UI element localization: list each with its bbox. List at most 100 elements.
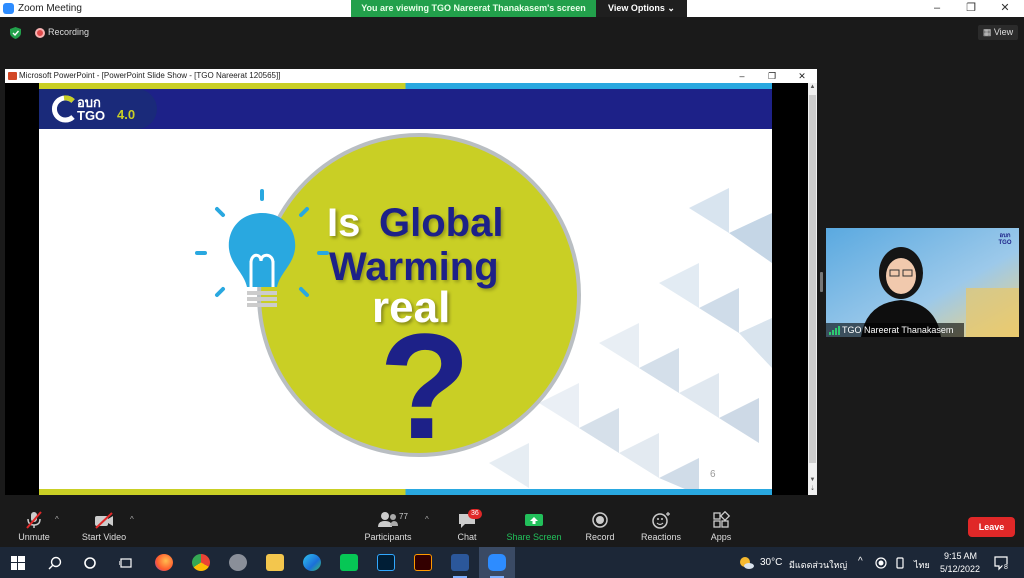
reactions-icon — [652, 512, 670, 529]
start-button[interactable] — [0, 547, 36, 578]
search-icon — [48, 556, 62, 570]
share-screen-label: Share Screen — [506, 532, 562, 542]
meeting-toolbar: Unmute ^ Start Video ^ Participants 77 ^… — [0, 505, 1024, 547]
video-options-chevron-icon[interactable]: ^ — [130, 515, 134, 524]
taskbar-cortana[interactable] — [72, 547, 108, 578]
view-options-label: View Options — [608, 3, 665, 13]
question-mark: ? — [379, 302, 471, 470]
maximize-button[interactable]: ❐ — [954, 0, 988, 17]
audio-options-chevron-icon[interactable]: ^ — [55, 515, 59, 524]
word-icon — [451, 554, 469, 571]
participant-video[interactable]: อบก TGO — [826, 228, 1019, 337]
ppt-window-title: Microsoft PowerPoint - [PowerPoint Slide… — [19, 71, 281, 80]
taskbar-file-explorer[interactable] — [257, 547, 293, 578]
split-divider-handle[interactable] — [820, 272, 823, 292]
device-tray-icon[interactable] — [894, 557, 906, 569]
scroll-up-icon[interactable]: ▲ — [808, 83, 817, 92]
unmute-label: Unmute — [18, 532, 50, 542]
powerpoint-icon — [8, 72, 17, 80]
line-app-icon — [340, 554, 358, 571]
shared-powerpoint-window: Microsoft PowerPoint - [PowerPoint Slide… — [5, 69, 817, 495]
slide-page-number: 6 — [710, 469, 716, 480]
slide: อบก TGO 4.0 Is Global Warming real ? 6 — [39, 83, 772, 495]
participant-name-label: TGO Nareerat Thanakasem — [826, 323, 964, 337]
headline-is: Is — [327, 201, 361, 245]
view-button[interactable]: ▦ View — [978, 25, 1018, 40]
start-video-button[interactable]: Start Video — [78, 505, 130, 547]
clock-date[interactable]: 5/12/2022 — [940, 564, 980, 574]
signal-strength-icon — [829, 326, 840, 335]
apps-button[interactable]: Apps — [704, 505, 738, 547]
taskbar-word[interactable] — [442, 547, 478, 578]
leave-button[interactable]: Leave — [968, 517, 1015, 537]
close-button[interactable]: ✕ — [988, 0, 1022, 17]
clock-time[interactable]: 9:15 AM — [944, 551, 977, 561]
scroll-page-down-icon[interactable]: ⇣ — [808, 485, 817, 494]
weather-description[interactable]: มีแดดส่วนใหญ่ — [789, 558, 847, 572]
scroll-down-icon[interactable]: ▼ — [808, 476, 817, 485]
firefox-icon — [155, 554, 173, 571]
grid-icon: ▦ — [982, 27, 994, 37]
illustrator-icon — [414, 554, 432, 571]
ppt-minimize-button[interactable]: – — [727, 69, 757, 83]
unmute-button[interactable]: Unmute — [12, 505, 56, 547]
taskbar-search[interactable] — [37, 547, 73, 578]
apps-label: Apps — [710, 532, 732, 542]
ppt-maximize-button[interactable]: ❐ — [757, 69, 787, 83]
windows-taskbar: 30°C มีแดดส่วนใหญ่ ^ ไทย 9:15 AM 5/12/20… — [0, 547, 1024, 578]
participants-count: 77 — [399, 512, 408, 521]
zoom-icon — [488, 554, 506, 571]
taskbar-zoom[interactable] — [479, 547, 515, 578]
taskbar-task-view[interactable] — [108, 547, 144, 578]
chat-unread-badge: 36 — [468, 509, 482, 519]
microphone-muted-icon — [26, 511, 42, 529]
taskbar-chrome[interactable] — [183, 547, 219, 578]
viewing-screen-banner: You are viewing TGO Nareerat Thanakasem'… — [351, 0, 596, 17]
app-icon — [229, 554, 247, 571]
reactions-button[interactable]: Reactions — [638, 505, 684, 547]
photoshop-icon — [377, 554, 395, 571]
weather-temperature[interactable]: 30°C — [760, 557, 782, 568]
chat-label: Chat — [457, 532, 477, 542]
edge-icon — [303, 554, 321, 571]
recording-icon — [35, 28, 45, 38]
participants-icon — [378, 512, 398, 527]
recording-label: Recording — [48, 27, 90, 37]
input-language[interactable]: ไทย — [914, 558, 930, 572]
taskbar-line[interactable] — [331, 547, 367, 578]
ppt-close-button[interactable]: ✕ — [787, 69, 817, 83]
taskbar-edge[interactable] — [294, 547, 330, 578]
start-video-label: Start Video — [81, 532, 127, 542]
scroll-thumb[interactable] — [809, 95, 816, 463]
folder-icon — [266, 554, 284, 571]
view-label: View — [993, 27, 1014, 37]
video-off-icon — [95, 512, 113, 529]
view-options-button[interactable]: View Options ⌄ — [596, 0, 687, 17]
participant-logo: อบก TGO — [998, 233, 1012, 246]
windows-logo-icon — [11, 556, 25, 570]
record-button[interactable]: Record — [582, 505, 618, 547]
taskbar-firefox[interactable] — [146, 547, 182, 578]
zoom-app-icon — [3, 3, 14, 14]
record-label: Record — [585, 532, 615, 542]
participants-options-chevron-icon[interactable]: ^ — [425, 515, 429, 524]
chevron-down-icon: ⌄ — [667, 3, 675, 13]
ppt-title-bar: Microsoft PowerPoint - [PowerPoint Slide… — [5, 69, 817, 83]
reactions-label: Reactions — [640, 532, 682, 542]
record-tray-icon[interactable] — [875, 557, 887, 569]
minimize-button[interactable]: – — [920, 0, 954, 17]
tray-overflow-chevron-icon[interactable]: ^ — [858, 556, 863, 567]
shield-icon[interactable] — [10, 27, 21, 39]
taskbar-photoshop[interactable] — [368, 547, 404, 578]
cortana-icon — [84, 557, 96, 569]
participants-label: Participants — [364, 532, 412, 542]
apps-icon — [713, 511, 731, 528]
taskbar-illustrator[interactable] — [405, 547, 441, 578]
ppt-scrollbar[interactable]: ▲ ▼ ⇣ — [808, 83, 817, 495]
weather-sun-icon[interactable] — [738, 555, 754, 571]
share-screen-button[interactable]: Share Screen — [505, 505, 563, 547]
light-bulb-icon — [195, 189, 329, 307]
taskbar-app[interactable] — [220, 547, 256, 578]
task-view-icon — [119, 558, 132, 568]
window-title: Zoom Meeting — [18, 3, 82, 14]
